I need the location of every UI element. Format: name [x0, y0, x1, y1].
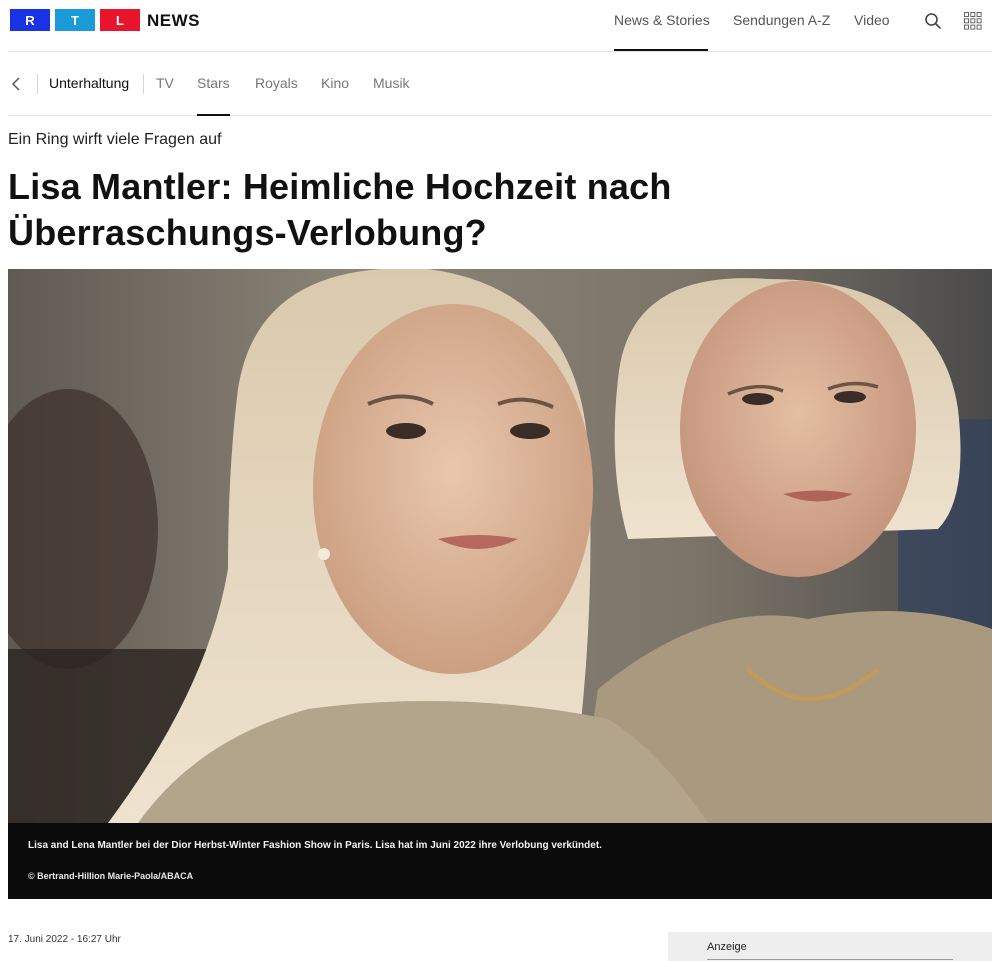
image-caption-box: Lisa and Lena Mantler bei der Dior Herbs… [8, 823, 992, 899]
subnav-item-musik[interactable]: Musik [373, 75, 410, 91]
logo-letter-t: T [55, 9, 95, 31]
image-caption: Lisa and Lena Mantler bei der Dior Herbs… [28, 840, 602, 851]
nav-video[interactable]: Video [854, 12, 890, 28]
ad-container: Anzeige [668, 932, 992, 961]
subnav-divider [37, 74, 38, 94]
article-date: 17. Juni 2022 - 16:27 Uhr [8, 934, 121, 945]
ad-divider [707, 959, 953, 960]
top-header: R T L NEWS News & Stories Sendungen A-Z … [8, 0, 992, 52]
grid-menu-icon[interactable] [964, 12, 982, 30]
chevron-left-icon[interactable] [10, 76, 24, 92]
category-subnav: Unterhaltung TV Stars Royals Kino Musik [8, 52, 992, 116]
logo-letter-l: L [100, 9, 140, 31]
nav-news-stories[interactable]: News & Stories [614, 12, 710, 28]
subnav-item-stars[interactable]: Stars [197, 75, 230, 91]
active-subnav-indicator [197, 114, 230, 116]
article-headline: Lisa Mantler: Heimliche Hochzeit nach Üb… [8, 164, 768, 256]
headline-line-2: Überraschungs-Verlobung? [8, 212, 487, 253]
nav-sendungen-a-z[interactable]: Sendungen A-Z [733, 12, 830, 28]
search-icon[interactable] [924, 12, 942, 30]
logo-letter-r: R [10, 9, 50, 31]
subnav-divider [143, 74, 144, 94]
brand-news-label[interactable]: NEWS [147, 11, 200, 31]
rtl-logo[interactable]: R T L [10, 9, 140, 31]
ad-label: Anzeige [707, 941, 747, 953]
active-nav-indicator [614, 49, 708, 51]
headline-line-1: Lisa Mantler: Heimliche Hochzeit nach [8, 166, 672, 207]
hero-image[interactable] [8, 269, 992, 823]
subnav-item-royals[interactable]: Royals [255, 75, 298, 91]
article-kicker: Ein Ring wirft viele Fragen auf [8, 131, 222, 148]
image-credit: © Bertrand-Hillion Marie-Paola/ABACA [28, 871, 194, 881]
subnav-item-kino[interactable]: Kino [321, 75, 349, 91]
subnav-item-tv[interactable]: TV [156, 75, 174, 91]
subnav-item-unterhaltung[interactable]: Unterhaltung [49, 75, 129, 91]
